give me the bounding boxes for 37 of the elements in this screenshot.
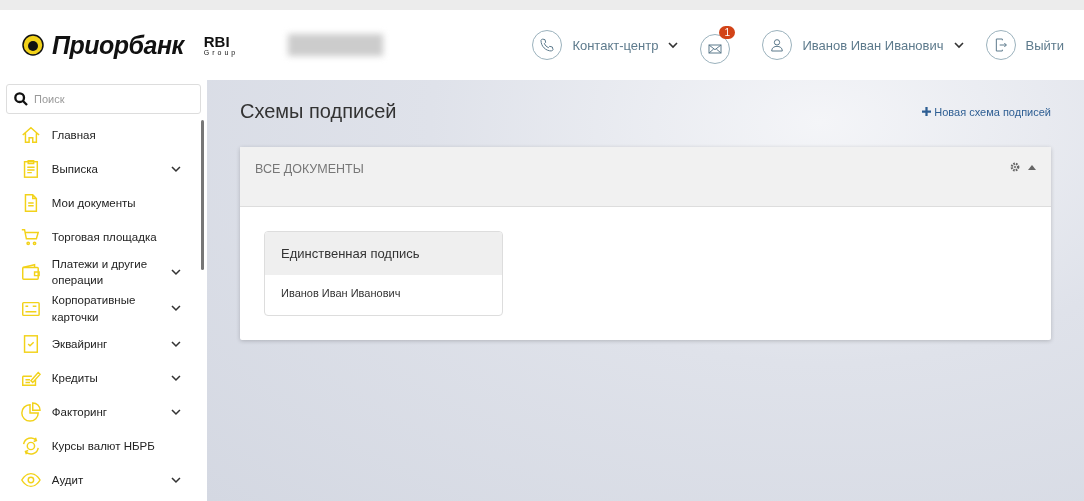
scrollbar[interactable] (201, 120, 204, 270)
sidebar-item[interactable]: Главная (6, 118, 201, 152)
user-menu-button[interactable]: Иванов Иван Иванович (762, 30, 964, 60)
unread-badge: 1 (719, 26, 735, 39)
logout-button[interactable]: Выйти (985, 30, 1064, 60)
sidebar-item[interactable]: Торговая площадка (6, 220, 201, 254)
phone-icon (539, 37, 556, 53)
sidebar-item[interactable]: Платежи и другие операции (6, 254, 201, 291)
user-icon (769, 37, 786, 53)
chevron-down-icon (953, 41, 964, 49)
new-scheme-link[interactable]: Новая схема подписей (922, 105, 1051, 118)
sidebar-item[interactable]: Курсы валют НБРБ (6, 429, 201, 463)
chevron-down-icon (668, 41, 679, 49)
home-icon (20, 124, 42, 146)
sidebar-item[interactable]: Эквайринг (6, 327, 201, 361)
contact-center-button[interactable]: Контакт-центр (532, 30, 679, 60)
panel-title: ВСЕ ДОКУМЕНТЫ (255, 162, 364, 176)
sidebar-item[interactable]: Кредиты (6, 361, 201, 395)
sidebar-item[interactable]: Аудит (6, 463, 201, 497)
plus-icon (922, 107, 932, 116)
sidebar-item[interactable]: Мои документы (6, 186, 201, 220)
cart-icon (20, 226, 42, 248)
collapse-icon[interactable] (1028, 164, 1036, 170)
envelope-icon (707, 41, 724, 57)
sidebar-item[interactable]: Корпоративные карточки (6, 290, 201, 327)
sidebar-item[interactable]: Факторинг (6, 395, 201, 429)
signer-name: Иванов Иван Иванович (280, 286, 402, 301)
settings-icon[interactable] (1010, 162, 1020, 172)
scheme-title: Единственная подпись (265, 232, 502, 275)
sidebar-item[interactable]: Выписка (6, 152, 201, 186)
bank-name: Приорбанк (52, 30, 184, 60)
page-title: Схемы подписей (240, 100, 397, 123)
bank-logo-icon (22, 34, 44, 56)
search-field[interactable]: Поиск (6, 84, 201, 114)
group-mark: RBI (203, 34, 231, 49)
pie-chart-icon (20, 401, 42, 423)
exchange-icon (20, 435, 42, 457)
